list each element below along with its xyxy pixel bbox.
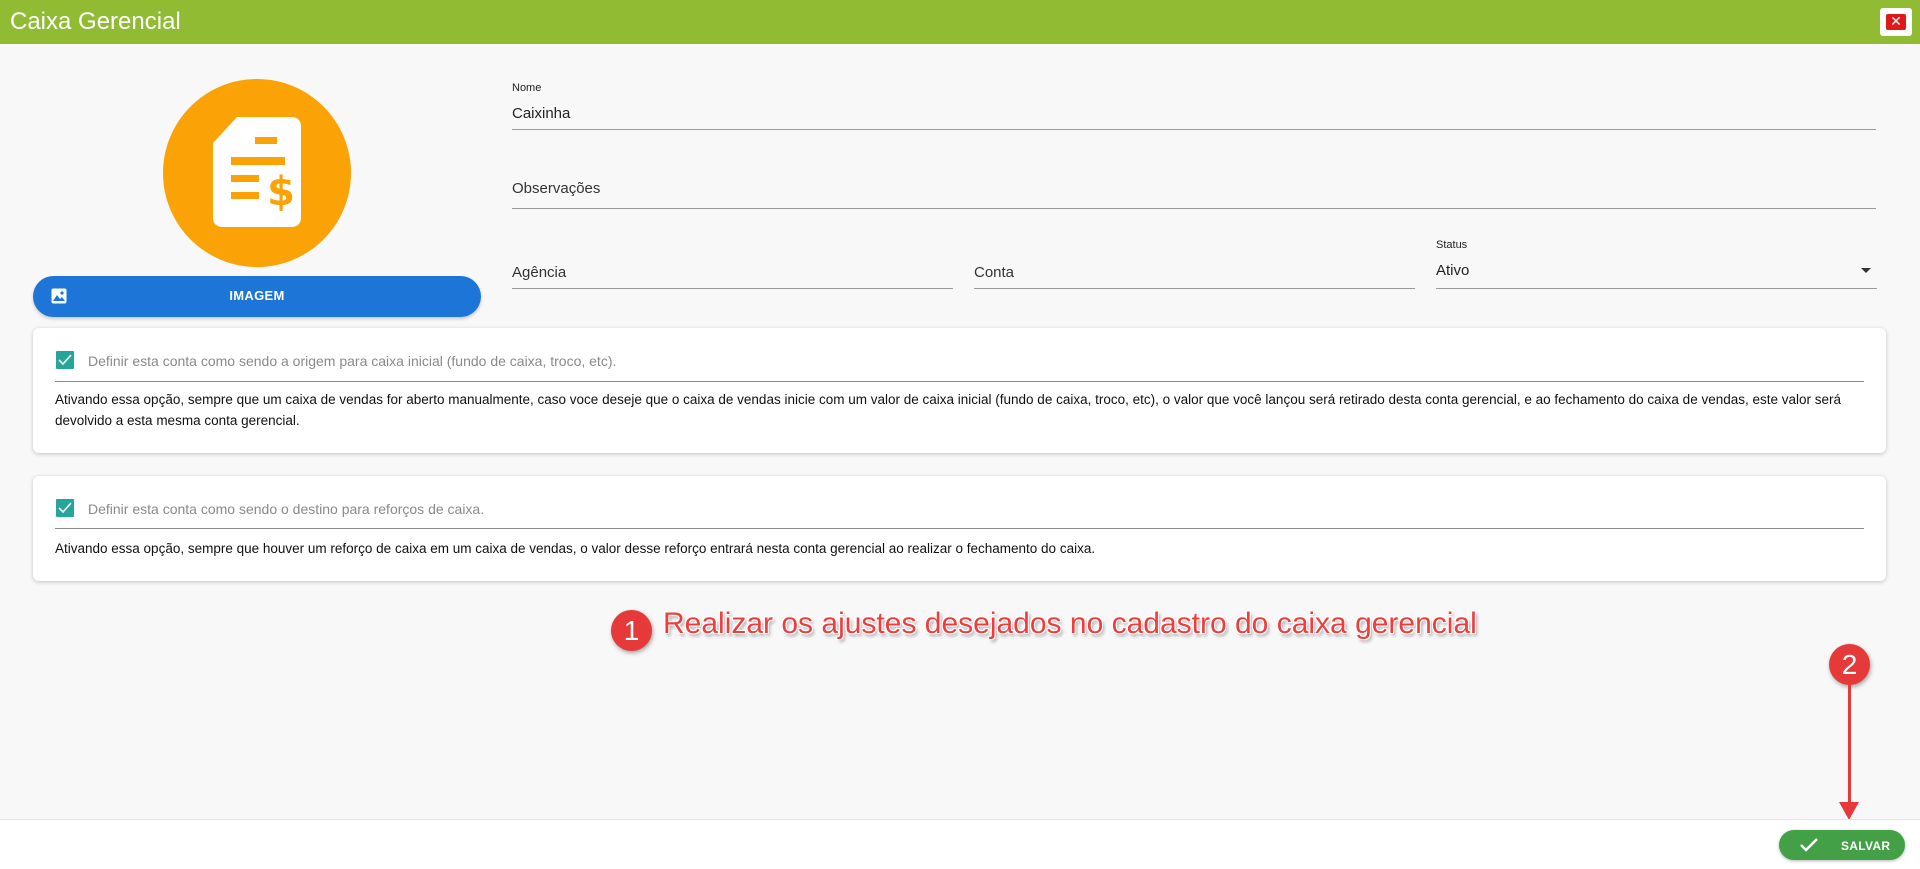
- agencia-placeholder: Agência: [512, 264, 567, 281]
- step-2-arrow: [1848, 684, 1851, 802]
- close-button[interactable]: ✕: [1880, 8, 1912, 36]
- conta-field[interactable]: Conta: [974, 260, 1415, 289]
- reforco-checkbox[interactable]: [56, 499, 74, 517]
- status-select[interactable]: Status Ativo: [1436, 239, 1877, 289]
- observacoes-field[interactable]: Observações: [512, 176, 1876, 209]
- footer-bar: [0, 819, 1920, 869]
- caixa-inicial-description: Ativando essa opção, sempre que um caixa…: [55, 392, 1842, 428]
- observacoes-placeholder: Observações: [512, 180, 601, 197]
- window-title: Caixa Gerencial: [10, 8, 181, 35]
- caixa-inicial-checkbox[interactable]: [56, 351, 74, 369]
- step-1-annotation: Realizar os ajustes desejados no cadastr…: [663, 607, 1477, 640]
- nome-field[interactable]: Nome Caixinha: [512, 82, 1876, 130]
- image-upload-button[interactable]: IMAGEM: [33, 276, 481, 317]
- arrow-down-icon: [1839, 802, 1859, 820]
- invoice-dollar-icon: $: [213, 117, 301, 227]
- chevron-down-icon: [1861, 268, 1871, 273]
- agencia-field[interactable]: Agência: [512, 260, 953, 289]
- checkmark-icon: [58, 354, 72, 366]
- caixa-inicial-label: Definir esta conta como sendo a origem p…: [88, 353, 617, 369]
- conta-placeholder: Conta: [974, 264, 1015, 281]
- option-card-caixa-inicial: Definir esta conta como sendo a origem p…: [33, 328, 1886, 453]
- close-icon: ✕: [1886, 14, 1906, 30]
- save-button[interactable]: SALVAR: [1779, 830, 1905, 860]
- reforco-description: Ativando essa opção, sempre que houver u…: [55, 541, 1096, 556]
- reforco-label: Definir esta conta como sendo o destino …: [88, 501, 485, 517]
- svg-text:$: $: [267, 169, 295, 215]
- nome-label: Nome: [512, 82, 542, 94]
- window-titlebar: Caixa Gerencial ✕: [0, 0, 1920, 44]
- step-2-badge: 2: [1829, 644, 1870, 685]
- status-label: Status: [1436, 239, 1468, 251]
- status-value: Ativo: [1436, 262, 1470, 279]
- checkmark-icon: [58, 502, 72, 514]
- cash-register-avatar: $: [163, 79, 351, 267]
- option-card-reforco: Definir esta conta como sendo o destino …: [33, 476, 1886, 581]
- divider: [55, 381, 1864, 382]
- step-1-badge: 1: [611, 610, 652, 651]
- image-button-label: IMAGEM: [229, 288, 285, 303]
- divider: [55, 528, 1864, 529]
- check-icon: [1800, 838, 1818, 852]
- nome-value: Caixinha: [512, 105, 571, 122]
- save-button-label: SALVAR: [1841, 839, 1891, 853]
